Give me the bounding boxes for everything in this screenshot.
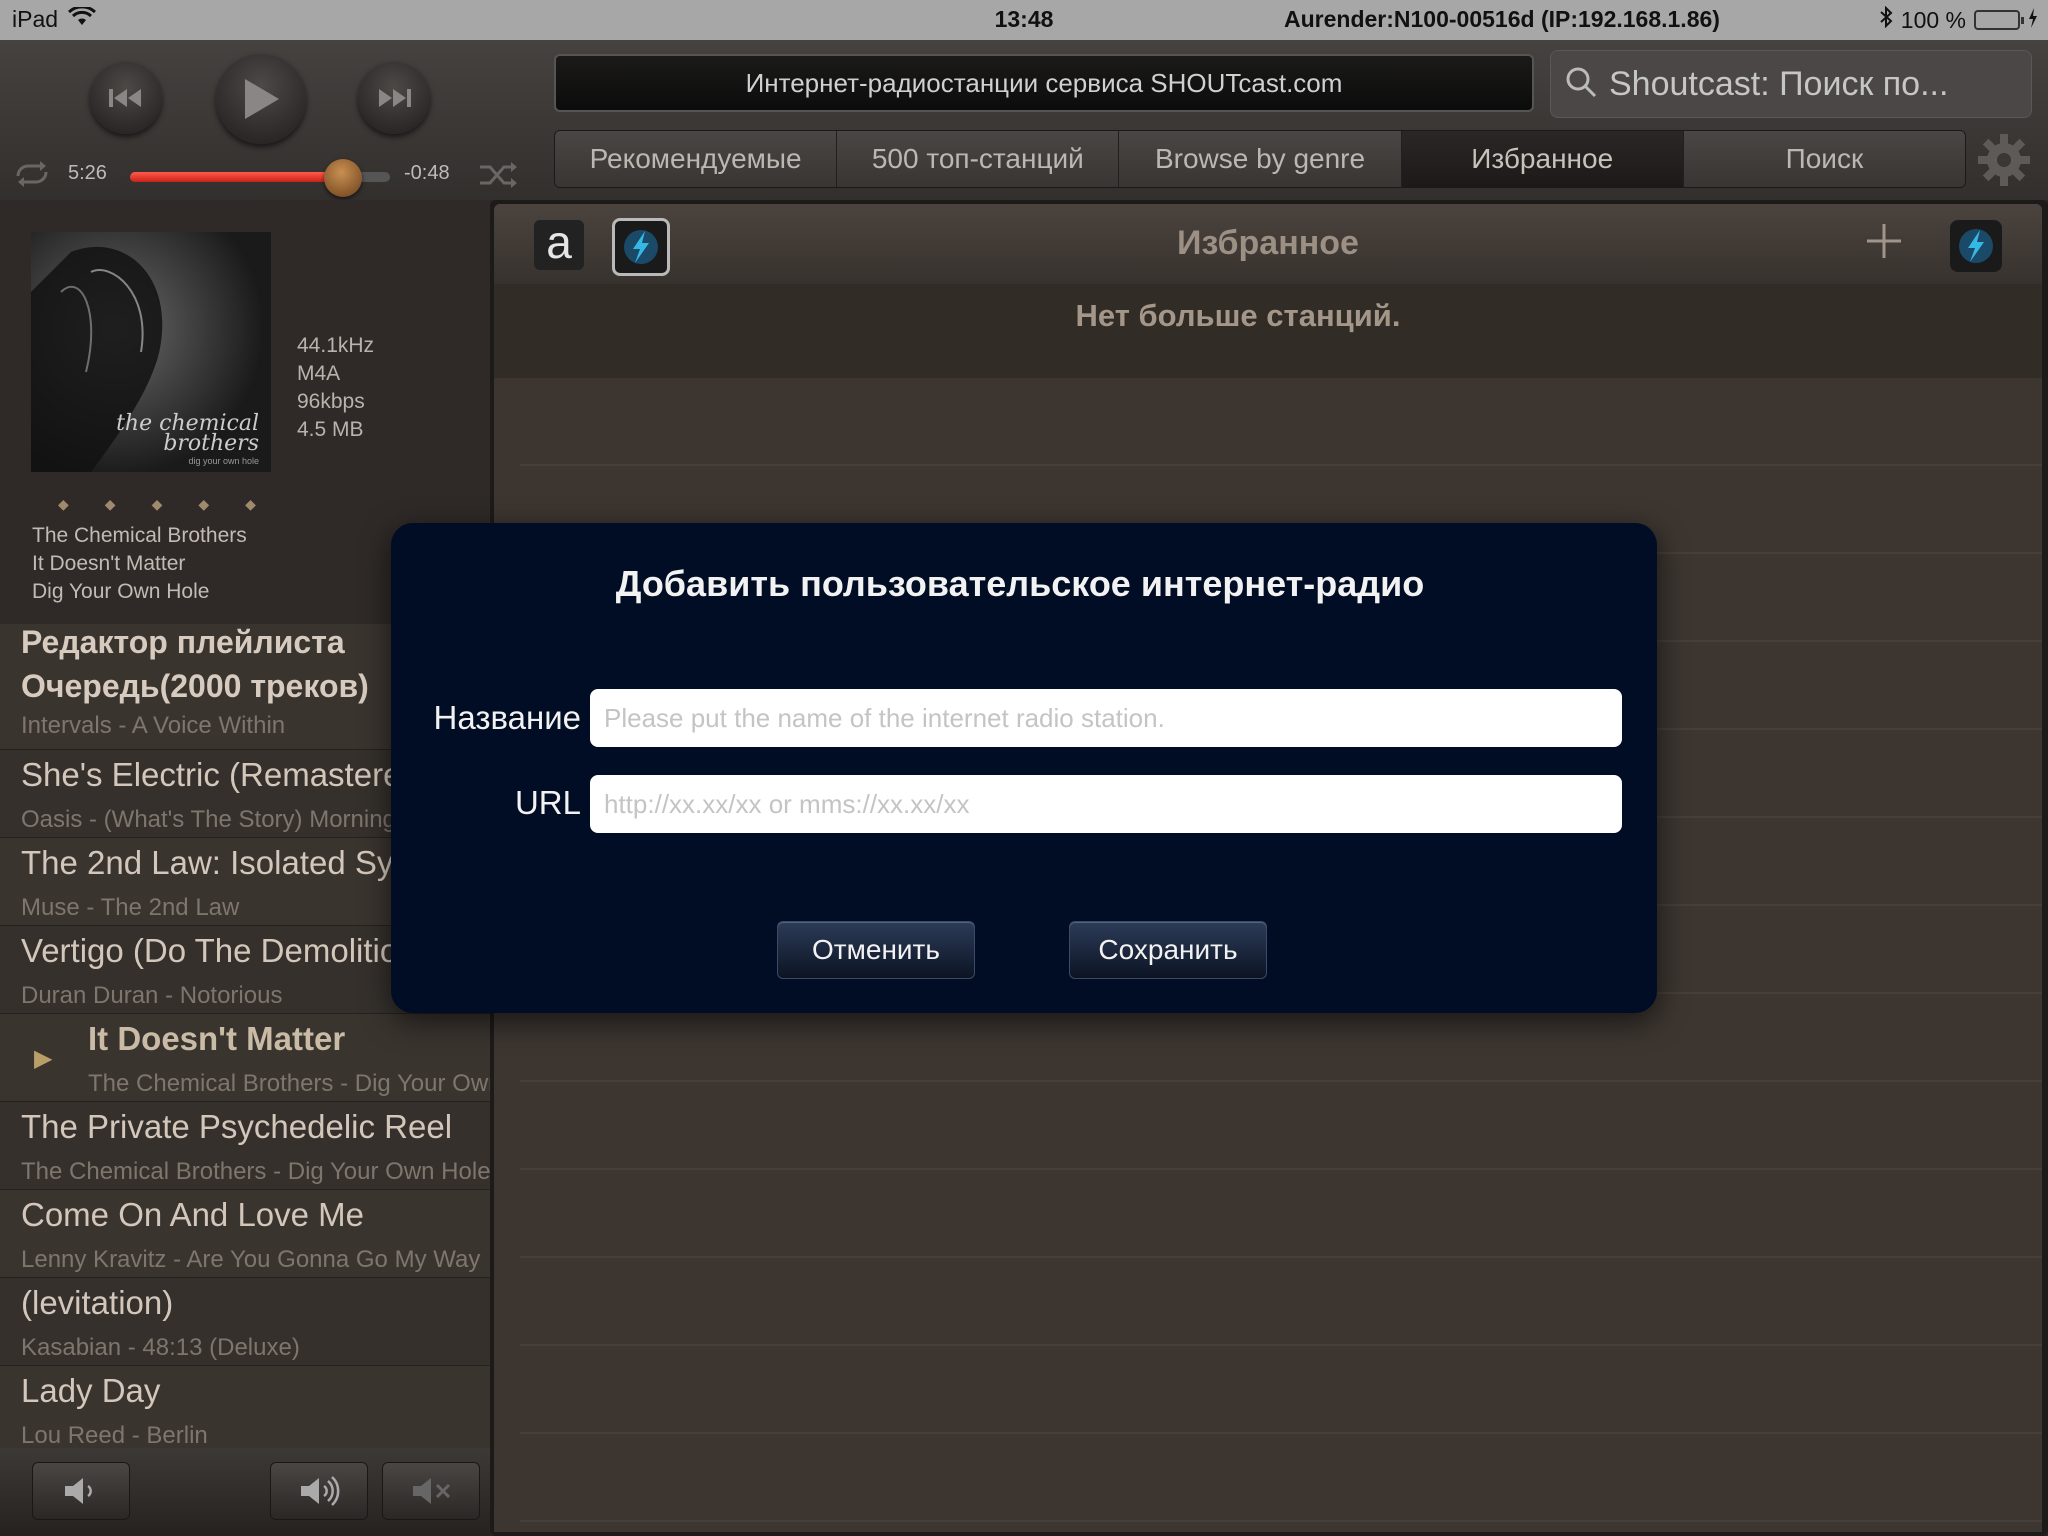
track-album: Dig Your Own Hole	[32, 580, 210, 603]
rating-dot-icon[interactable]: ◆	[58, 496, 69, 513]
name-label: Название	[433, 699, 581, 736]
mute-icon	[413, 1478, 451, 1504]
format-info: 44.1kHz M4A 96kbps 4.5 MB	[297, 332, 374, 444]
queue-row-playing[interactable]: ▶ It Doesn't Matter The Chemical Brother…	[0, 1014, 490, 1102]
queue-row-title: It Doesn't Matter	[88, 1020, 346, 1057]
album-art[interactable]: the chemical brothers dig your own hole	[31, 232, 271, 472]
volume-up-button[interactable]	[270, 1462, 368, 1520]
add-station-button[interactable]	[1864, 218, 1904, 268]
station-name-input[interactable]	[590, 689, 1622, 747]
speaker-low-icon	[65, 1478, 92, 1504]
station-url-input[interactable]	[590, 775, 1622, 833]
tab-recommended[interactable]: Рекомендуемые	[555, 131, 838, 187]
rating-dot-icon[interactable]: ◆	[152, 496, 163, 513]
search-icon	[1565, 66, 1597, 103]
previous-button[interactable]	[90, 62, 162, 134]
progress-fill	[130, 172, 344, 182]
shoutcast-menu-button[interactable]	[1950, 220, 2002, 272]
volume-down-button[interactable]	[32, 1462, 130, 1520]
battery-icon	[1974, 10, 2024, 30]
file-format: M4A	[297, 362, 341, 385]
tab-top-500[interactable]: 500 топ-станций	[837, 131, 1120, 187]
queue-row-subtitle: Duran Duran - Notorious	[21, 982, 283, 1009]
album-logo-subtext: dig your own hole	[188, 456, 259, 466]
queue-row[interactable]: Come On And Love Me Lenny Kravitz - Are …	[0, 1190, 490, 1278]
source-tabs: Рекомендуемые 500 топ-станций Browse by …	[554, 130, 1966, 188]
sample-rate: 44.1kHz	[297, 334, 375, 357]
track-title: It Doesn't Matter	[32, 552, 186, 575]
bitrate: 96kbps	[297, 390, 365, 413]
search-box[interactable]	[1550, 50, 2032, 118]
tab-favorites[interactable]: Избранное	[1401, 131, 1684, 187]
bluetooth-icon	[1879, 5, 1893, 34]
status-bar: iPad 13:48 Aurender:N100-00516d (IP:192.…	[0, 0, 2048, 40]
next-button[interactable]	[358, 62, 430, 134]
search-input[interactable]	[1609, 64, 2019, 104]
track-info: The Chemical Brothers It Doesn't Matter …	[32, 522, 247, 606]
rating-dot-icon[interactable]: ◆	[105, 496, 116, 513]
previous-icon	[109, 89, 141, 107]
queue-row-subtitle: The Chemical Brothers - Dig Your Own Hol…	[21, 1158, 490, 1185]
queue-row-subtitle: Intervals - A Voice Within	[21, 712, 286, 739]
favorites-title: Избранное	[1177, 224, 1359, 262]
battery-percent: 100 %	[1900, 6, 1966, 33]
aurender-device: Aurender:N100-00516d (IP:192.168.1.86)	[1284, 6, 1720, 32]
add-radio-dialog: Добавить пользовательское интернет-радио…	[391, 523, 1657, 1013]
play-icon	[245, 79, 279, 119]
tab-search[interactable]: Поиск	[1683, 131, 1965, 187]
queue-row-subtitle: Lou Reed - Berlin	[21, 1422, 208, 1449]
queue-row[interactable]: Lady Day Lou Reed - Berlin	[0, 1366, 490, 1454]
shuffle-icon[interactable]	[478, 162, 518, 193]
file-size: 4.5 MB	[297, 418, 364, 441]
queue-row-title: Vertigo (Do The Demolition)	[21, 932, 428, 969]
queue-row-subtitle: Lenny Kravitz - Are You Gonna Go My Way	[21, 1246, 481, 1273]
rating-dot-icon[interactable]: ◆	[198, 496, 209, 513]
queue-row-subtitle: Kasabian - 48:13 (Deluxe)	[21, 1334, 300, 1361]
queue-row-title: Lady Day	[21, 1372, 161, 1409]
queue-row-title: (levitation)	[21, 1284, 174, 1321]
charging-icon	[2028, 7, 2038, 34]
no-more-stations: Нет больше станций.	[494, 284, 2042, 378]
progress-slider[interactable]	[130, 159, 390, 197]
queue-row[interactable]: The Private Psychedelic Reel The Chemica…	[0, 1102, 490, 1190]
progress-knob[interactable]	[324, 159, 363, 197]
plus-icon	[1867, 224, 1901, 258]
rating-dot-icon[interactable]: ◆	[245, 496, 256, 513]
source-title: Интернет-радиостанции сервиса SHOUTcast.…	[554, 54, 1534, 112]
rating-dots[interactable]: ◆ ◆ ◆ ◆ ◆	[58, 496, 256, 513]
play-button[interactable]	[216, 54, 306, 144]
queue-row-title: The Private Psychedelic Reel	[21, 1108, 453, 1145]
queue-row-subtitle: Muse - The 2nd Law	[21, 894, 240, 921]
gear-icon[interactable]	[1978, 134, 2030, 191]
url-label: URL	[514, 784, 581, 821]
repeat-icon[interactable]	[12, 160, 52, 193]
album-logo-text: the chemical brothers	[116, 411, 259, 457]
queue-row[interactable]: (levitation) Kasabian - 48:13 (Deluxe)	[0, 1278, 490, 1366]
track-artist: The Chemical Brothers	[32, 524, 247, 547]
shoutcast-icon	[1959, 229, 1993, 263]
next-icon	[379, 89, 411, 107]
queue-row-title: She's Electric (Remastered)	[21, 756, 431, 793]
now-playing-icon: ▶	[34, 1045, 53, 1072]
dialog-title: Добавить пользовательское интернет-радио	[615, 563, 1425, 604]
cancel-button[interactable]: Отменить	[777, 921, 975, 979]
favorites-header: a Избранное	[494, 204, 2042, 284]
queue-row-title: Come On And Love Me	[21, 1196, 365, 1233]
clock: 13:48	[994, 6, 1054, 32]
queue-row-subtitle: The Chemical Brothers - Dig Your Own Hol…	[88, 1070, 490, 1097]
mute-button[interactable]	[382, 1462, 480, 1520]
tab-browse-genre[interactable]: Browse by genre	[1119, 131, 1402, 187]
save-button[interactable]: Сохранить	[1069, 921, 1267, 979]
remaining-time: -0:48	[404, 162, 450, 184]
elapsed-time: 5:26	[68, 162, 107, 184]
speaker-high-icon	[301, 1476, 340, 1506]
